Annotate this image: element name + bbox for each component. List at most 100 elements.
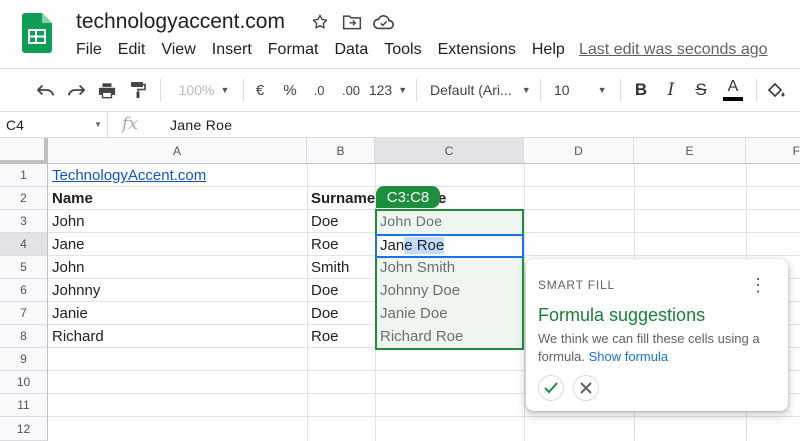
more-options-icon[interactable]: ⋮ (746, 273, 770, 297)
cloud-status-icon[interactable] (372, 11, 396, 33)
cell-a1-link[interactable]: TechnologyAccent.com (48, 164, 307, 187)
cell-a5[interactable]: John (48, 256, 307, 279)
column-header-f[interactable]: F (746, 138, 800, 164)
cell-a3[interactable]: John (48, 210, 307, 233)
menu-view[interactable]: View (161, 41, 195, 59)
fx-icon: fx (122, 114, 138, 134)
cell-c2[interactable]: e (438, 187, 478, 210)
cell-b3[interactable]: Doe (307, 210, 375, 233)
paint-format-icon[interactable] (124, 69, 152, 111)
more-formats-label: 123 (368, 82, 393, 98)
close-icon (580, 382, 592, 394)
zoom-value: 100% (178, 82, 215, 98)
dismiss-suggestion-button[interactable] (573, 375, 599, 401)
cell-b4[interactable]: Roe (307, 233, 375, 256)
print-icon[interactable] (93, 69, 121, 111)
chevron-down-icon: ▼ (220, 85, 230, 95)
row-header-6[interactable]: 6 (0, 279, 48, 302)
range-chip: C3:C8 (376, 186, 440, 208)
currency-format-button[interactable]: € (250, 69, 270, 111)
sheets-logo-icon[interactable] (22, 13, 52, 53)
decrease-decimal-button[interactable]: .0 (308, 69, 330, 111)
redo-icon[interactable] (62, 69, 90, 111)
accept-suggestion-button[interactable] (538, 375, 564, 401)
cell-b8[interactable]: Roe (307, 325, 375, 348)
formula-bar: C4 ▼ fx Jane Roe (0, 112, 800, 138)
row-header-1[interactable]: 1 (0, 164, 48, 187)
cell-a6[interactable]: Johnny (48, 279, 307, 302)
smart-fill-label: SMART FILL (538, 278, 615, 292)
last-edit-link[interactable]: Last edit was seconds ago (579, 41, 768, 59)
row-header-10[interactable]: 10 (0, 371, 48, 394)
row-header-9[interactable]: 9 (0, 348, 48, 371)
cell-c5-suggestion[interactable]: John Smith (376, 256, 522, 279)
chevron-down-icon[interactable]: ▼ (94, 120, 102, 129)
smart-fill-body: We think we can fill these cells using a… (538, 330, 768, 366)
formula-input[interactable]: Jane Roe (170, 117, 232, 133)
percent-format-button[interactable]: % (280, 69, 300, 111)
cell-c3-suggestion[interactable]: John Doe (376, 210, 522, 233)
increase-decimal-button[interactable]: .00 (338, 69, 364, 111)
chevron-down-icon: ▼ (597, 85, 607, 95)
fill-color-icon[interactable] (764, 69, 788, 111)
row-header-5[interactable]: 5 (0, 256, 48, 279)
move-folder-icon[interactable] (340, 11, 364, 33)
menu-help[interactable]: Help (532, 41, 565, 59)
smart-fill-card: SMART FILL ⋮ Formula suggestions We thin… (526, 259, 788, 411)
undo-icon[interactable] (32, 69, 60, 111)
toolbar: 100% ▼ € % .0 .00 123 ▼ Default (Ari... ▼ 1… (0, 68, 800, 112)
star-icon[interactable] (308, 11, 332, 33)
column-header-a[interactable]: A (48, 138, 307, 164)
font-select[interactable]: Default (Ari... ▼ (430, 69, 532, 111)
menu-format[interactable]: Format (268, 41, 319, 59)
cell-a2[interactable]: Name (48, 187, 307, 210)
italic-icon[interactable]: I (660, 69, 682, 111)
zoom-select[interactable]: 100% ▼ (170, 69, 238, 111)
row-header-2[interactable]: 2 (0, 187, 48, 210)
chevron-down-icon: ▼ (521, 85, 531, 95)
column-header-d[interactable]: D (524, 138, 634, 164)
cell-c6-suggestion[interactable]: Johnny Doe (376, 279, 522, 302)
document-title[interactable]: technologyaccent.com (76, 10, 285, 34)
menu-file[interactable]: File (76, 41, 102, 59)
text-color-icon[interactable]: A (720, 69, 746, 111)
column-header-c[interactable]: C (375, 138, 524, 164)
more-formats-select[interactable]: 123 ▼ (368, 69, 408, 111)
strikethrough-icon[interactable]: S (690, 69, 712, 111)
typed-text: Jan (380, 237, 405, 254)
menu-insert[interactable]: Insert (212, 41, 252, 59)
row-header-3[interactable]: 3 (0, 210, 48, 233)
cell-b6[interactable]: Doe (307, 279, 375, 302)
menu-edit[interactable]: Edit (118, 41, 146, 59)
row-header-12[interactable]: 12 (0, 417, 48, 441)
show-formula-link[interactable]: Show formula (589, 349, 668, 364)
typed-highlight: e Roe (404, 237, 445, 254)
select-all-corner[interactable] (0, 138, 48, 164)
check-icon (544, 382, 558, 394)
column-header-e[interactable]: E (634, 138, 746, 164)
cell-c7-suggestion[interactable]: Janie Doe (376, 302, 522, 325)
row-header-7[interactable]: 7 (0, 302, 48, 325)
menu-extensions[interactable]: Extensions (438, 41, 516, 59)
cell-c8-suggestion[interactable]: Richard Roe (376, 325, 522, 348)
menu-data[interactable]: Data (334, 41, 368, 59)
cell-b5[interactable]: Smith (307, 256, 375, 279)
row-header-11[interactable]: 11 (0, 394, 48, 417)
column-header-b[interactable]: B (307, 138, 375, 164)
row-header-4[interactable]: 4 (0, 233, 48, 256)
row-header-8[interactable]: 8 (0, 325, 48, 348)
font-value: Default (Ari... (430, 82, 512, 98)
cell-c4-editing[interactable]: Jane Roe (377, 235, 445, 257)
font-size-select[interactable]: 10 ▼ (554, 69, 614, 111)
cell-a7[interactable]: Janie (48, 302, 307, 325)
font-size-value: 10 (554, 82, 570, 98)
smart-fill-title: Formula suggestions (538, 305, 706, 325)
menu-tools[interactable]: Tools (384, 41, 421, 59)
cell-a8[interactable]: Richard (48, 325, 307, 348)
cell-b7[interactable]: Doe (307, 302, 375, 325)
menu-bar: File Edit View Insert Format Data Tools … (76, 41, 581, 59)
cell-a4[interactable]: Jane (48, 233, 307, 256)
name-box[interactable]: C4 (0, 112, 108, 138)
cell-b2[interactable]: Surname (307, 187, 375, 210)
bold-icon[interactable]: B (630, 69, 652, 111)
